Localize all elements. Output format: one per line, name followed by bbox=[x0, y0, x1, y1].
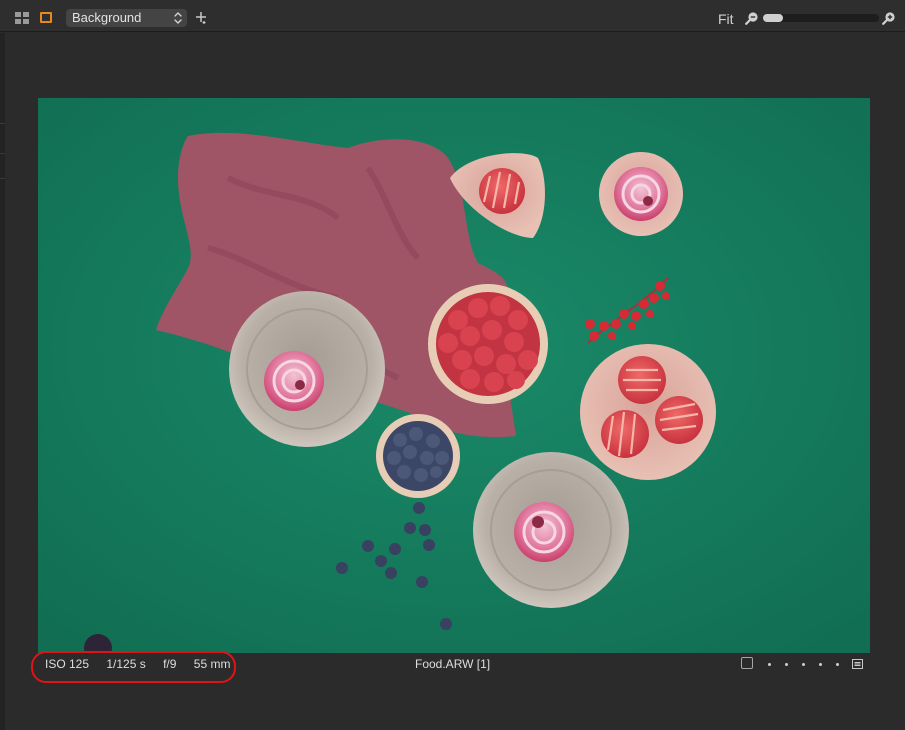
zoom-slider[interactable] bbox=[763, 14, 879, 22]
list-menu-icon[interactable] bbox=[852, 659, 863, 669]
zoom-in-icon[interactable] bbox=[882, 11, 896, 25]
photo-preview[interactable] bbox=[38, 98, 870, 653]
rating-dot[interactable] bbox=[819, 663, 822, 666]
zoom-fit-label[interactable]: Fit bbox=[718, 11, 734, 27]
single-view-icon[interactable] bbox=[40, 12, 52, 23]
rating-dot[interactable] bbox=[768, 663, 771, 666]
annotation-highlight bbox=[31, 651, 236, 683]
filename-label: Food.ARW [1] bbox=[415, 657, 491, 671]
chevron-updown-icon bbox=[174, 12, 182, 24]
variant-select-label: Background bbox=[72, 10, 142, 25]
select-checkbox[interactable] bbox=[741, 657, 753, 669]
rating-dot[interactable] bbox=[802, 663, 805, 666]
zoom-slider-fill bbox=[763, 14, 783, 22]
star-rating[interactable] bbox=[768, 663, 840, 666]
photo-image bbox=[38, 98, 870, 653]
rating-dot[interactable] bbox=[785, 663, 788, 666]
variant-select[interactable]: Background bbox=[66, 9, 187, 27]
zoom-out-icon[interactable] bbox=[745, 11, 759, 25]
grid-view-icon[interactable] bbox=[15, 12, 29, 24]
add-icon[interactable] bbox=[195, 11, 209, 25]
viewer-toolbar: Background Fit bbox=[0, 0, 905, 32]
rating-dot[interactable] bbox=[836, 663, 839, 666]
side-panel-edge[interactable] bbox=[0, 33, 5, 730]
